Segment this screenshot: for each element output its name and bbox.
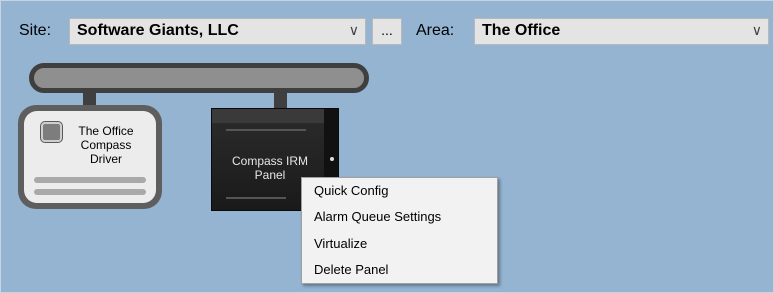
chevron-down-icon: ∨ [348,22,359,38]
site-dropdown-value: Software Giants, LLC [77,22,239,39]
area-dropdown[interactable]: The Office ∨ [474,18,769,45]
area-label: Area: [416,22,455,39]
panel-context-menu: Quick Config Alarm Queue Settings Virtua… [301,177,498,284]
menu-item-delete-panel[interactable]: Delete Panel [314,262,388,277]
driver-label: The Office Compass Driver [78,124,134,166]
panel-vent [226,129,306,131]
driver-slot [34,177,146,183]
site-label: Site: [19,22,52,39]
driver-slot [34,189,146,195]
driver-device[interactable]: The Office Compass Driver [18,105,162,209]
site-dropdown[interactable]: Software Giants, LLC ∨ [69,18,366,45]
floorplan-canvas[interactable]: Site: Software Giants, LLC ∨ ... Area: T… [0,0,774,293]
panel-top [212,109,338,123]
menu-item-virtualize[interactable]: Virtualize [314,236,367,251]
power-led-icon [330,157,334,161]
panel-vent [226,197,286,199]
menu-item-quick-config[interactable]: Quick Config [314,183,388,198]
chevron-down-icon: ∨ [751,22,762,38]
bus-connector [274,91,287,109]
driver-device-face: The Office Compass Driver [24,111,156,203]
area-dropdown-value: The Office [482,22,561,39]
browse-site-button[interactable]: ... [372,18,402,45]
driver-status-icon [41,122,62,142]
communication-bus [29,63,369,93]
menu-item-alarm-queue-settings[interactable]: Alarm Queue Settings [314,209,441,224]
